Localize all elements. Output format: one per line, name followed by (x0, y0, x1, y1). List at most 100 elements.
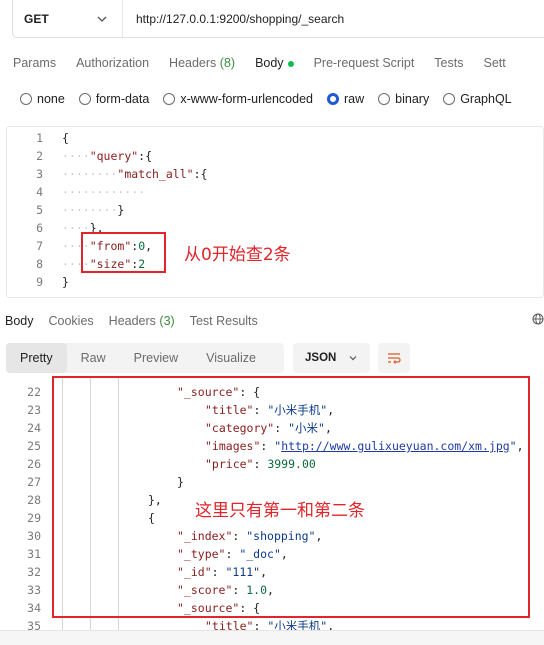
code-text: ········} (62, 203, 125, 217)
radio-urlencoded[interactable]: x-www-form-urlencoded (163, 92, 313, 106)
code-line: 6 ····}, (7, 219, 104, 237)
code-line: 8 ····"size":2 (7, 255, 145, 273)
url-input[interactable]: http://127.0.0.1:9200/shopping/_search (123, 12, 344, 26)
radio-label: binary (395, 92, 430, 106)
radio-graphql[interactable]: GraphQL (443, 92, 512, 106)
response-format-toolbar: Pretty Raw Preview Visualize (6, 343, 284, 373)
radio-label: x-www-form-urlencoded (180, 92, 313, 106)
code-line: 7 ····"from":0, (7, 237, 152, 255)
radio-circle (78, 93, 91, 105)
code-token: } (62, 275, 69, 289)
tab-label: Sett (483, 56, 506, 70)
tab-pre-request-script[interactable]: Pre-request Script (314, 56, 415, 70)
radio-circle (163, 93, 176, 105)
line-number: 33 (27, 583, 41, 597)
tab-body[interactable]: Body (255, 56, 294, 70)
code-token: :{ (193, 167, 208, 181)
line-number: 28 (27, 493, 41, 507)
code-line: 24 "category": "小米", (0, 419, 332, 437)
code-text: ············ (62, 185, 146, 199)
body-type-options: none form-data x-www-form-urlencoded raw… (20, 88, 526, 110)
line-number: 4 (36, 185, 43, 199)
wrap-lines-icon (388, 353, 401, 364)
code-line: 32 "_id": "111", (0, 563, 267, 581)
radio-none[interactable]: none (20, 92, 65, 106)
tab-label: Body (5, 314, 34, 328)
wrap-lines-button[interactable] (378, 343, 410, 373)
tab-cookies[interactable]: Cookies (49, 314, 94, 328)
tab-label: Pre-request Script (313, 56, 415, 70)
tab-label: Headers (169, 56, 217, 70)
code-token: :{ (138, 149, 153, 163)
code-line: 25 "images": "http://www.gulixueyuan.com/… (0, 437, 523, 455)
response-tabs: Body Cookies Headers (3) Test Results (0, 310, 544, 332)
format-visualize[interactable]: Visualize (192, 343, 270, 373)
code-token: , (327, 619, 335, 630)
code-line: 26 "price": 3999.00 (0, 455, 316, 473)
radio-circle-checked (327, 93, 339, 105)
tab-label: Test Results (189, 314, 258, 328)
line-number: 1 (36, 131, 43, 145)
code-line: 9} (7, 273, 69, 291)
code-token: : (253, 619, 268, 630)
code-line: 23 "title": "小米手机", (0, 401, 334, 419)
code-token: { (62, 131, 69, 145)
radio-binary[interactable]: binary (378, 92, 429, 106)
tab-label: Params (13, 56, 57, 70)
tab-response-body[interactable]: Body (5, 314, 34, 328)
code-line: 2 ····"query":{ (7, 147, 152, 165)
format-pretty[interactable]: Pretty (6, 343, 67, 373)
code-text: "title": "小米手机", (205, 618, 334, 630)
tab-headers[interactable]: Headers (8) (169, 56, 235, 70)
json-key: "match_all" (117, 167, 194, 181)
tab-label: Body (255, 56, 284, 70)
tab-label: Tests (434, 56, 464, 70)
line-number: 26 (27, 457, 41, 471)
line-number: 30 (27, 529, 41, 543)
code-line: 31 "_type": "_doc", (0, 545, 288, 563)
status-bar (0, 630, 544, 645)
radio-circle (378, 93, 391, 105)
method-label: GET (24, 11, 49, 26)
tab-test-results[interactable]: Test Results (190, 314, 258, 328)
code-line: 4 ············ (7, 183, 145, 201)
line-number: 27 (27, 475, 41, 489)
code-line: 3 ········"match_all":{ (7, 165, 207, 183)
request-url-bar: GET http://127.0.0.1:9200/shopping/_sear… (12, 0, 544, 38)
chevron-down-icon (97, 16, 107, 22)
active-dot (287, 60, 294, 67)
radio-raw[interactable]: raw (327, 92, 364, 106)
code-text: } (62, 275, 69, 289)
method-select[interactable]: GET (13, 0, 123, 37)
json-key: "query" (89, 149, 139, 163)
code-line: 35 "title": "小米手机", (0, 617, 334, 630)
format-raw[interactable]: Raw (67, 343, 120, 373)
code-token: } (117, 203, 125, 217)
chevron-down-icon (349, 356, 357, 361)
tab-settings[interactable]: Sett (483, 56, 505, 70)
line-number: 32 (27, 565, 41, 579)
tab-response-headers[interactable]: Headers (3) (109, 314, 175, 328)
code-line: 5 ········} (7, 201, 124, 219)
tab-params[interactable]: Params (13, 56, 56, 70)
tab-authorization[interactable]: Authorization (76, 56, 149, 70)
line-number: 8 (36, 257, 43, 271)
code-text: ········"match_all":{ (62, 167, 208, 181)
annotation-request: 从0开始查2条 (184, 245, 291, 265)
line-number: 29 (27, 511, 41, 525)
radio-form-data[interactable]: form-data (78, 92, 149, 106)
headers-count: (3) (159, 314, 175, 328)
globe-icon[interactable] (532, 313, 544, 325)
language-label: JSON (305, 352, 337, 364)
tab-label: Headers (108, 314, 156, 328)
radio-label: GraphQL (460, 92, 512, 106)
line-number: 23 (27, 403, 41, 417)
radio-label: raw (344, 92, 365, 106)
line-number: 6 (36, 221, 43, 235)
tab-label: Cookies (48, 314, 94, 328)
format-preview[interactable]: Preview (120, 343, 192, 373)
json-string: "小米手机" (267, 619, 328, 630)
code-line: 27} (0, 473, 184, 491)
tab-tests[interactable]: Tests (434, 56, 463, 70)
language-select[interactable]: JSON (293, 343, 370, 373)
